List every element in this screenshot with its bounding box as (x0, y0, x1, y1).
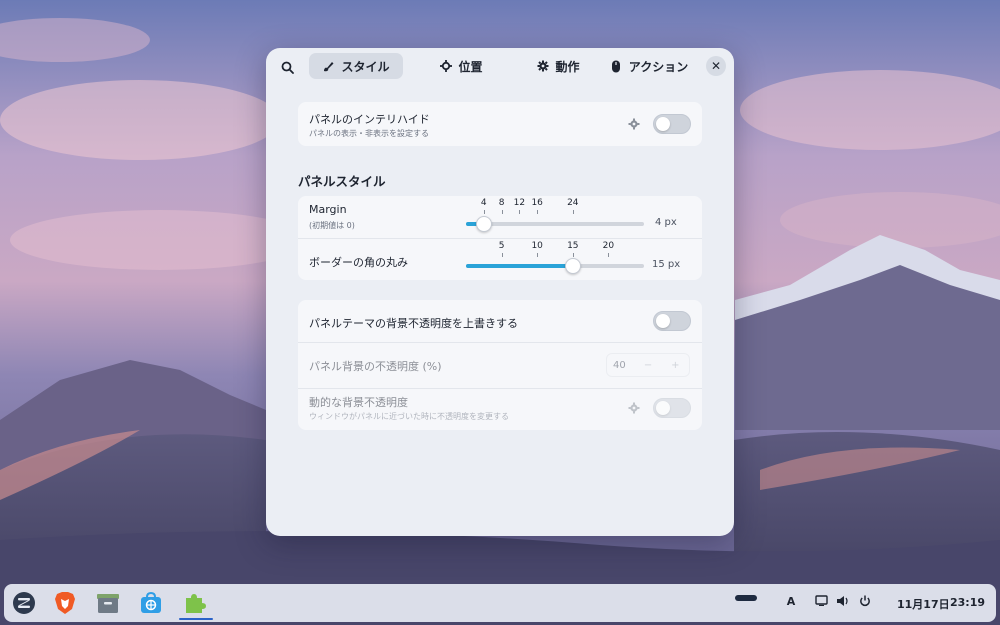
search-icon (281, 61, 294, 74)
brush-icon (322, 60, 335, 73)
power-button[interactable] (856, 595, 874, 607)
corner-radius-slider[interactable] (466, 258, 644, 274)
power-icon (860, 595, 870, 607)
gear-icon (628, 118, 640, 130)
dynamic-opacity-toggle[interactable] (653, 398, 691, 418)
tab-style[interactable]: スタイル (309, 53, 403, 79)
files-button[interactable] (95, 590, 121, 616)
clock-date[interactable]: 11月17日 (897, 596, 950, 612)
divider (298, 238, 702, 239)
corner-radius-value: 15 px (652, 259, 681, 270)
radius-tick-label: 15 (567, 241, 579, 251)
radius-tick-mark (608, 253, 610, 257)
close-button[interactable]: ✕ (706, 56, 726, 76)
brave-browser-icon (55, 592, 75, 614)
margin-tick-mark (519, 210, 521, 214)
radius-tick-label: 20 (602, 241, 615, 251)
zorin-menu-icon (13, 592, 35, 614)
close-icon: ✕ (710, 59, 722, 73)
corner-radius-slider-handle[interactable] (564, 258, 581, 274)
divider (298, 342, 702, 343)
opacity-card: パネルテーマの背景不透明度を上書きする パネル背景の不透明度 (%) 40 − … (298, 300, 702, 430)
intellihide-title: パネルのインテリハイド (309, 113, 430, 126)
margin-subtitle: (初期値は 0) (309, 221, 355, 230)
brave-browser-button[interactable] (52, 590, 78, 616)
dynamic-opacity-settings-button[interactable] (622, 396, 646, 420)
dynamic-opacity-subtitle: ウィンドウがパネルに近づいた時に不透明度を変更する (309, 412, 509, 421)
active-app-indicator (179, 618, 213, 620)
radius-tick-label: 10 (531, 241, 543, 251)
screen-icon (814, 595, 828, 606)
input-method-indicator[interactable]: A (782, 595, 800, 608)
panel-style-card: Margin (初期値は 0) 4 8 12 16 24 4 px ボーダーの角の丸み … (298, 196, 702, 280)
radius-tick-label: 5 (498, 241, 505, 251)
margin-value: 4 px (655, 217, 677, 228)
volume-indicator[interactable] (834, 595, 852, 607)
corner-radius-title: ボーダーの角の丸み (309, 256, 408, 269)
clock-time[interactable]: 23:19 (950, 596, 985, 609)
intellihide-subtitle: パネルの表示・非表示を設定する (309, 129, 429, 138)
speaker-icon (837, 596, 848, 606)
search-button[interactable] (276, 56, 298, 78)
settings-window: スタイル 位置 動作 アクション ✕ パネルのインテリハイド パネルの表示・非表… (266, 48, 734, 536)
app-launcher-button[interactable] (11, 590, 37, 616)
gear-icon (536, 60, 549, 73)
radius-tick-mark (537, 253, 539, 257)
corner-radius-slider-fill (466, 264, 573, 268)
override-opacity-toggle[interactable] (653, 311, 691, 331)
workspace-indicator[interactable] (732, 595, 760, 601)
taskbar: A 11月17日 23:19 (4, 584, 996, 622)
workspace-pill-icon (735, 595, 757, 601)
tab-position[interactable]: 位置 (421, 53, 501, 79)
margin-slider-handle[interactable] (475, 216, 492, 232)
crosshair-icon (439, 60, 452, 73)
tab-action-label: アクション (628, 59, 689, 74)
margin-tick-label: 24 (567, 198, 579, 208)
divider (298, 388, 702, 389)
extensions-button[interactable] (182, 590, 208, 616)
intellihide-toggle[interactable] (653, 114, 691, 134)
software-store-button[interactable] (138, 590, 164, 616)
radius-tick-mark (501, 253, 503, 257)
tab-behavior[interactable]: 動作 (518, 53, 598, 79)
margin-tick-label: 16 (531, 198, 543, 208)
tab-style-label: スタイル (341, 59, 390, 74)
dynamic-opacity-title: 動的な背景不透明度 (309, 396, 408, 409)
increase-button[interactable]: + (662, 360, 689, 371)
intellihide-card: パネルのインテリハイド パネルの表示・非表示を設定する (298, 102, 702, 146)
extensions-icon (186, 594, 206, 613)
background-opacity-value: 40 (613, 359, 626, 371)
tab-bar: スタイル 位置 動作 アクション ✕ (266, 48, 734, 86)
mouse-icon (610, 60, 623, 73)
margin-tick-mark (572, 210, 574, 214)
margin-tick-label: 12 (513, 198, 526, 208)
tab-behavior-label: 動作 (555, 59, 580, 74)
margin-tick-label: 4 (480, 198, 487, 208)
override-opacity-title: パネルテーマの背景不透明度を上書きする (309, 317, 518, 330)
tab-action[interactable]: アクション (602, 53, 696, 79)
tab-position-label: 位置 (458, 59, 483, 74)
margin-tick-mark (483, 210, 485, 214)
margin-tick-label: 8 (498, 198, 505, 208)
background-opacity-title: パネル背景の不透明度 (%) (309, 360, 442, 373)
decrease-button[interactable]: − (634, 360, 661, 371)
margin-tick-mark (501, 210, 503, 214)
display-indicator[interactable] (812, 595, 830, 606)
panel-style-heading: パネルスタイル (298, 174, 386, 189)
gear-icon (628, 402, 640, 414)
intellihide-settings-button[interactable] (622, 112, 646, 136)
margin-slider[interactable] (466, 216, 644, 232)
margin-tick-mark (537, 210, 539, 214)
margin-title: Margin (309, 203, 347, 216)
files-icon (97, 594, 119, 613)
software-store-icon (141, 591, 161, 613)
radius-tick-mark (572, 253, 574, 257)
background-opacity-spinbox[interactable]: 40 − + (606, 353, 690, 377)
